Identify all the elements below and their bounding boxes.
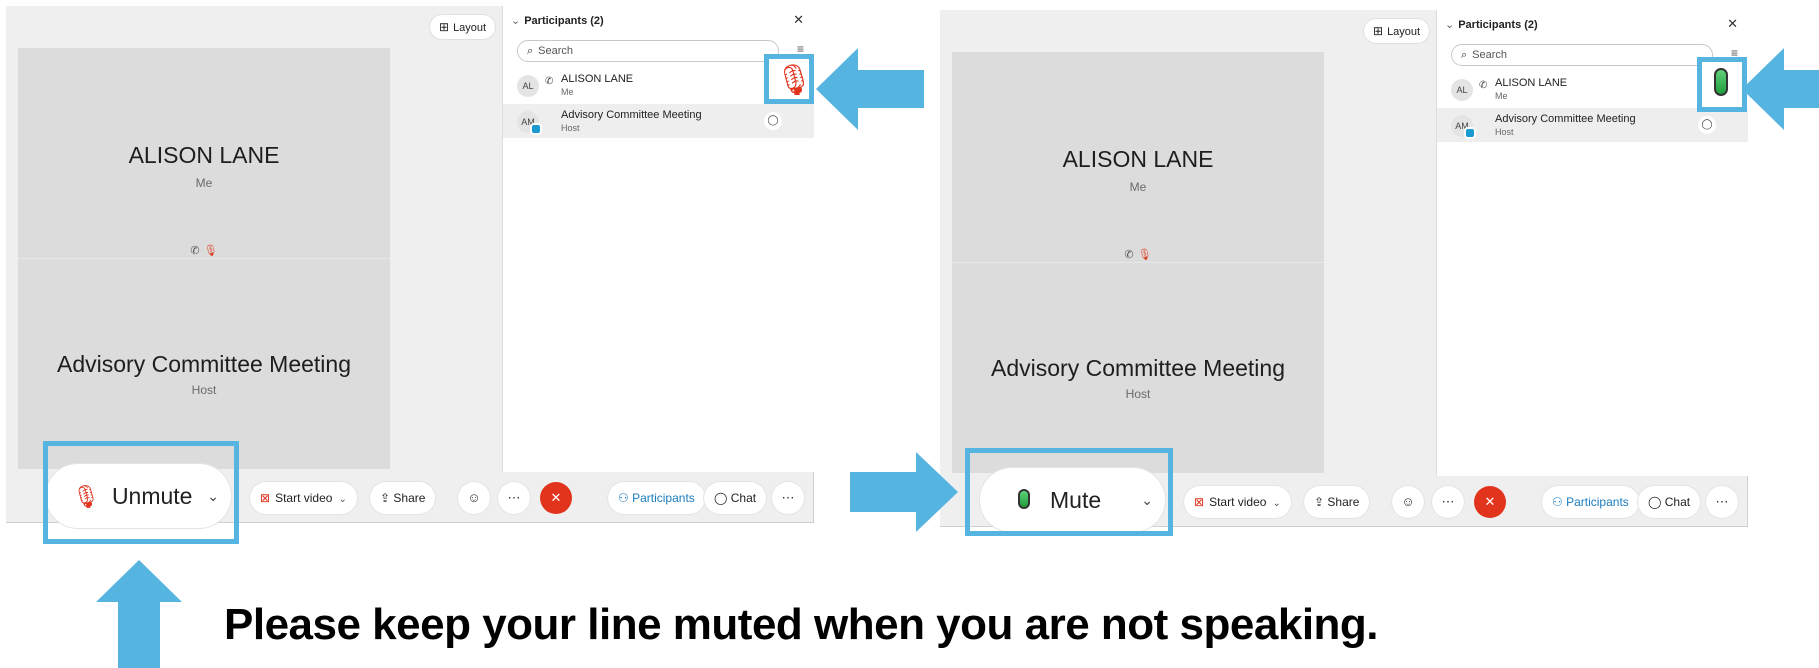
end-call-button[interactable]: ✕ <box>540 482 572 514</box>
end-call-button[interactable]: ✕ <box>1474 486 1506 518</box>
video-stage: ⊞ Layout ALISON LANE Me ✆ 🎙︎ Advisory Comm… <box>940 10 1436 476</box>
tile-name: Advisory Committee Meeting <box>57 351 351 377</box>
participant-name: Advisory Committee Meeting <box>1495 113 1636 125</box>
search-input[interactable]: ⌕ Search <box>1451 44 1713 66</box>
mic-muted-icon: 🎙︎ <box>1137 249 1152 261</box>
phone-icon: ✆ <box>1124 249 1134 261</box>
instruction-caption: Please keep your line muted when you are… <box>224 600 1379 649</box>
tile-name: ALISON LANE <box>128 142 280 168</box>
participant-tile-me: ALISON LANE Me ✆ 🎙︎ <box>952 52 1324 263</box>
phone-icon: ✆ <box>545 76 554 87</box>
participants-tab[interactable]: ⚇ Participants <box>608 482 705 514</box>
share-icon: ⇪ <box>380 491 394 505</box>
close-icon[interactable]: ✕ <box>1727 16 1738 32</box>
tile-role: Me <box>1129 180 1147 194</box>
arrow-left-icon <box>1742 48 1819 130</box>
grid-icon: ⊞ <box>439 20 450 34</box>
chevron-down-icon: ⌄ <box>338 494 347 505</box>
arrow-right-icon <box>850 452 958 532</box>
tile-role: Host <box>191 383 217 397</box>
more-options-icon[interactable]: ⋯ <box>1706 486 1738 518</box>
arrow-left-icon <box>816 48 924 130</box>
search-icon: ⌕ <box>527 45 534 57</box>
chevron-down-icon: ⌄ <box>1445 19 1455 31</box>
mic-muted-icon: 🎙︎ <box>203 245 218 257</box>
highlight-muted-mic: 🎙︎ <box>764 54 814 104</box>
video-off-icon: ⊠ <box>1194 495 1205 509</box>
chat-bubble-icon[interactable]: ◯ <box>1698 116 1716 134</box>
share-button[interactable]: ⇪ Share <box>1304 486 1370 518</box>
chevron-down-icon: ⌄ <box>1272 498 1281 509</box>
person-icon: ⚇ <box>1552 495 1567 509</box>
tile-role: Me <box>195 176 213 190</box>
participant-role: Me <box>1495 91 1508 101</box>
video-stage: ⊞ Layout ALISON LANE Me ✆ 🎙︎ Advisory Comm… <box>6 6 502 472</box>
highlight-active-mic <box>1697 57 1747 112</box>
share-button[interactable]: ⇪ Share <box>370 482 436 514</box>
layout-button[interactable]: ⊞ Layout <box>430 15 496 39</box>
chevron-down-icon: ⌄ <box>511 15 521 27</box>
highlight-mute-button <box>965 448 1173 536</box>
tile-name: ALISON LANE <box>1062 146 1214 172</box>
close-icon[interactable]: ✕ <box>793 12 804 28</box>
start-video-button[interactable]: ⊠ Start video ⌄ <box>250 482 357 514</box>
layout-button[interactable]: ⊞ Layout <box>1364 19 1430 43</box>
participant-tile-host: Advisory Committee Meeting Host <box>18 259 390 469</box>
participant-row[interactable]: AM Advisory Committee Meeting Host ◯ <box>1437 108 1748 142</box>
grid-icon: ⊞ <box>1373 24 1384 38</box>
participant-role: Host <box>561 123 580 133</box>
mic-muted-icon: 🎙︎ <box>775 64 814 97</box>
reactions-icon[interactable]: ☺ <box>458 482 490 514</box>
reactions-icon[interactable]: ☺ <box>1392 486 1424 518</box>
video-off-icon: ⊠ <box>260 491 271 505</box>
tile-name: Advisory Committee Meeting <box>991 355 1285 381</box>
avatar: AM <box>517 111 542 135</box>
participants-tab[interactable]: ⚇ Participants <box>1542 486 1639 518</box>
start-video-button[interactable]: ⊠ Start video ⌄ <box>1184 486 1291 518</box>
tile-role: Host <box>1125 387 1151 401</box>
chat-icon: ◯ <box>1648 495 1665 509</box>
participant-row[interactable]: AM Advisory Committee Meeting Host ◯ <box>503 104 814 138</box>
presence-dot <box>530 123 542 135</box>
search-input[interactable]: ⌕ Search <box>517 40 779 62</box>
highlight-unmute-button <box>43 441 239 544</box>
presence-dot <box>1464 127 1476 139</box>
participants-header[interactable]: ⌄ Participants (2) <box>1445 18 1538 31</box>
more-options-icon[interactable]: ⋯ <box>1432 486 1464 518</box>
arrow-up-icon <box>96 560 182 668</box>
avatar: AL <box>517 75 539 97</box>
phone-icon: ✆ <box>1479 80 1488 91</box>
mic-active-icon <box>1714 68 1728 96</box>
phone-icon: ✆ <box>190 245 200 257</box>
avatar: AM <box>1451 115 1476 139</box>
chat-tab[interactable]: ◯ Chat <box>1638 486 1701 518</box>
participant-tile-me: ALISON LANE Me ✆ 🎙︎ <box>18 48 390 259</box>
more-options-icon[interactable]: ⋯ <box>772 482 804 514</box>
participant-name: Advisory Committee Meeting <box>561 109 702 121</box>
chat-bubble-icon[interactable]: ◯ <box>764 112 782 130</box>
participants-header[interactable]: ⌄ Participants (2) <box>511 14 604 27</box>
search-icon: ⌕ <box>1461 49 1468 61</box>
participant-name: ALISON LANE <box>561 73 634 85</box>
participant-role: Host <box>1495 127 1514 137</box>
more-options-icon[interactable]: ⋯ <box>498 482 530 514</box>
chat-icon: ◯ <box>714 491 731 505</box>
participant-name: ALISON LANE <box>1495 77 1568 89</box>
participant-role: Me <box>561 87 574 97</box>
share-icon: ⇪ <box>1314 495 1328 509</box>
person-icon: ⚇ <box>618 491 633 505</box>
chat-tab[interactable]: ◯ Chat <box>704 482 767 514</box>
participant-tile-host: Advisory Committee Meeting Host <box>952 263 1324 473</box>
avatar: AL <box>1451 79 1473 101</box>
